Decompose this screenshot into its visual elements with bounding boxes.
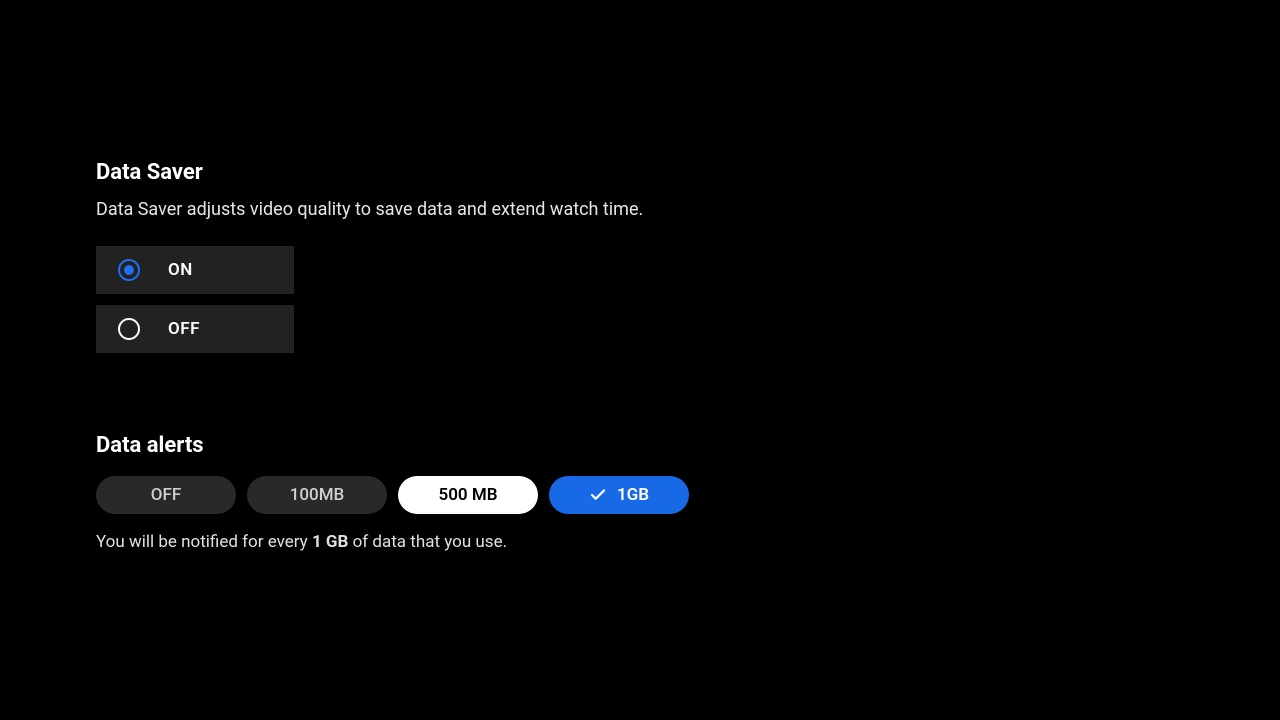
radio-on-label: ON: [168, 260, 193, 280]
data-alert-500mb-button[interactable]: 500 MB: [398, 476, 538, 514]
pill-label: 500 MB: [438, 485, 497, 505]
radio-selected-icon: [118, 259, 140, 281]
data-saver-title: Data Saver: [96, 160, 1280, 185]
data-saver-description: Data Saver adjusts video quality to save…: [96, 199, 1280, 220]
data-alerts-section: Data alerts OFF 100MB 500 MB: [96, 433, 1280, 552]
data-saver-on-option[interactable]: ON: [96, 246, 294, 294]
data-alerts-title: Data alerts: [96, 433, 1280, 458]
check-icon: [589, 486, 607, 504]
pill-label: 100MB: [290, 485, 345, 505]
note-suffix: of data that you use.: [348, 532, 507, 552]
data-saver-off-option[interactable]: OFF: [96, 305, 294, 353]
radio-unselected-icon: [118, 318, 140, 340]
note-prefix: You will be notified for every: [96, 532, 312, 552]
note-bold: 1 GB: [312, 532, 348, 552]
pill-label: 1GB: [617, 485, 649, 505]
data-saver-section: Data Saver Data Saver adjusts video qual…: [96, 160, 1280, 353]
data-saver-radio-group: ON OFF: [96, 246, 1280, 353]
data-alert-off-button[interactable]: OFF: [96, 476, 236, 514]
radio-inner-dot-icon: [124, 265, 134, 275]
data-alerts-options-row: OFF 100MB 500 MB 1GB: [96, 476, 1280, 514]
data-alert-100mb-button[interactable]: 100MB: [247, 476, 387, 514]
pill-label: OFF: [151, 485, 181, 505]
data-alerts-note: You will be notified for every 1 GB of d…: [96, 532, 1280, 552]
radio-off-label: OFF: [168, 319, 200, 339]
data-alert-1gb-button[interactable]: 1GB: [549, 476, 689, 514]
settings-content: Data Saver Data Saver adjusts video qual…: [0, 0, 1280, 552]
